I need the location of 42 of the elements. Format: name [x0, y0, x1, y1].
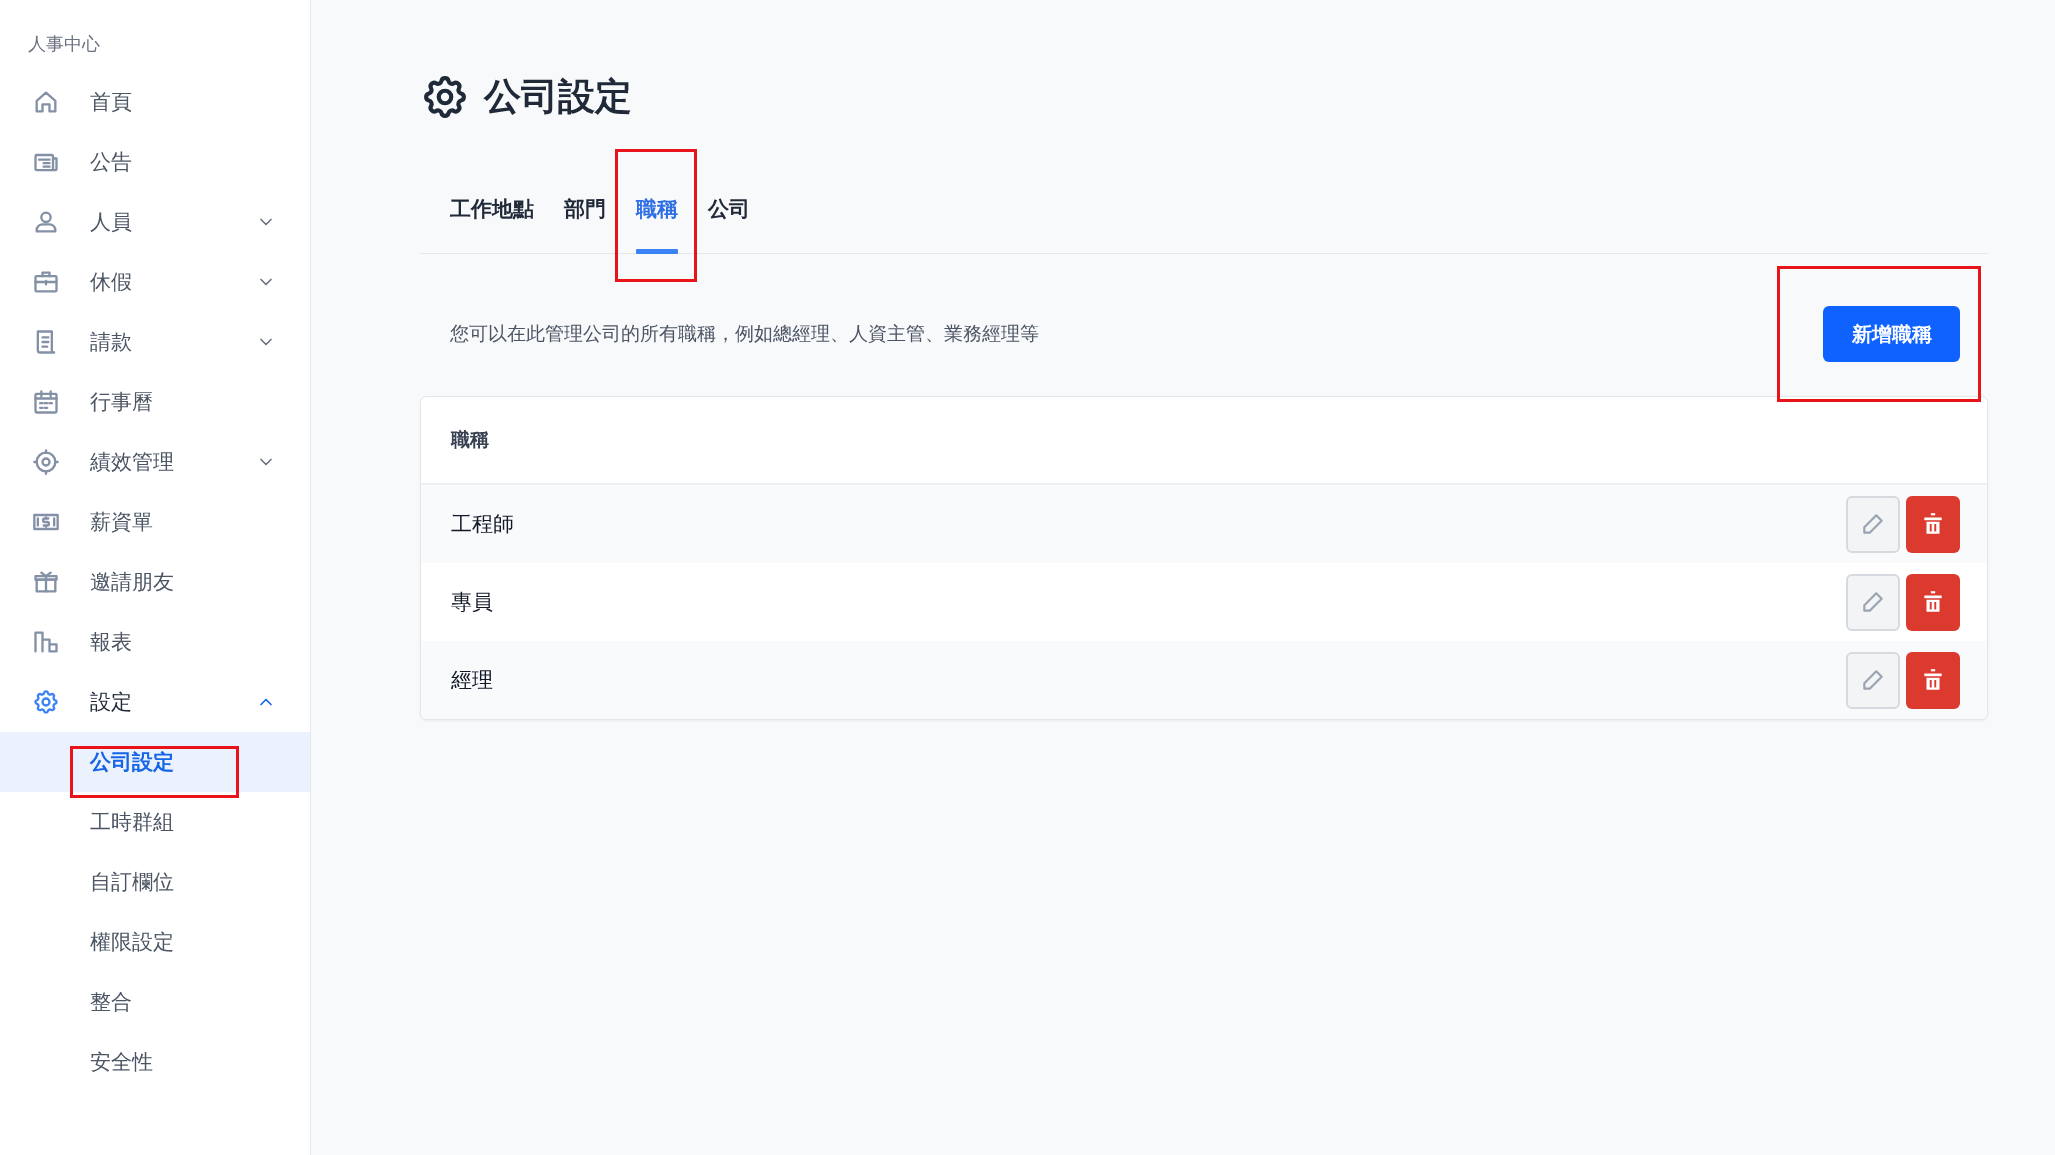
- sidebar-subitem[interactable]: 自訂欄位: [0, 852, 310, 912]
- edit-button[interactable]: [1846, 651, 1900, 709]
- settings-icon: [32, 688, 60, 716]
- pencil-icon: [1860, 667, 1886, 693]
- sidebar-item[interactable]: 公告: [0, 132, 310, 192]
- pencil-icon: [1860, 589, 1886, 615]
- calendar-icon: [32, 388, 60, 416]
- table-cell: 工程師: [451, 512, 514, 535]
- column-header: 職稱: [451, 428, 489, 452]
- pencil-icon: [1860, 511, 1886, 537]
- delete-button[interactable]: [1906, 651, 1960, 709]
- tab[interactable]: 部門: [549, 167, 621, 253]
- sidebar-item[interactable]: 設定: [0, 672, 310, 732]
- sidebar-subitem[interactable]: 安全性: [0, 1032, 310, 1092]
- edit-button[interactable]: [1846, 495, 1900, 553]
- page-title: 公司設定: [484, 75, 632, 119]
- tab[interactable]: 工作地點: [435, 167, 549, 253]
- sidebar-item[interactable]: 人員: [0, 192, 310, 252]
- sidebar-subitem[interactable]: 公司設定: [0, 732, 310, 792]
- sidebar-item[interactable]: 行事曆: [0, 372, 310, 432]
- delete-button[interactable]: [1906, 495, 1960, 553]
- tab[interactable]: 職稱: [621, 167, 693, 253]
- sidebar-item[interactable]: 首頁: [0, 72, 310, 132]
- gift-icon: [32, 568, 60, 596]
- target-icon: [32, 448, 60, 476]
- sidebar-item[interactable]: 薪資單: [0, 492, 310, 552]
- sidebar-item[interactable]: 報表: [0, 612, 310, 672]
- sidebar-item[interactable]: 邀請朋友: [0, 552, 310, 612]
- delete-button[interactable]: [1906, 573, 1960, 631]
- tab[interactable]: 公司: [693, 167, 765, 253]
- sidebar-item[interactable]: 休假: [0, 252, 310, 312]
- table-cell: 經理: [451, 668, 493, 691]
- add-job-title-button[interactable]: 新增職稱: [1823, 306, 1960, 362]
- description-text: 您可以在此管理公司的所有職稱，例如總經理、人資主管、業務經理等: [450, 322, 1039, 346]
- sidebar-item[interactable]: 請款: [0, 312, 310, 372]
- table-cell: 專員: [451, 590, 493, 613]
- sidebar-subitem[interactable]: 權限設定: [0, 912, 310, 972]
- edit-button[interactable]: [1846, 573, 1900, 631]
- sidebar-heading: 人事中心: [28, 33, 100, 56]
- sidebar-item[interactable]: 績效管理: [0, 432, 310, 492]
- sidebar-subitem[interactable]: 工時群組: [0, 792, 310, 852]
- sidebar-subitem[interactable]: 整合: [0, 972, 310, 1032]
